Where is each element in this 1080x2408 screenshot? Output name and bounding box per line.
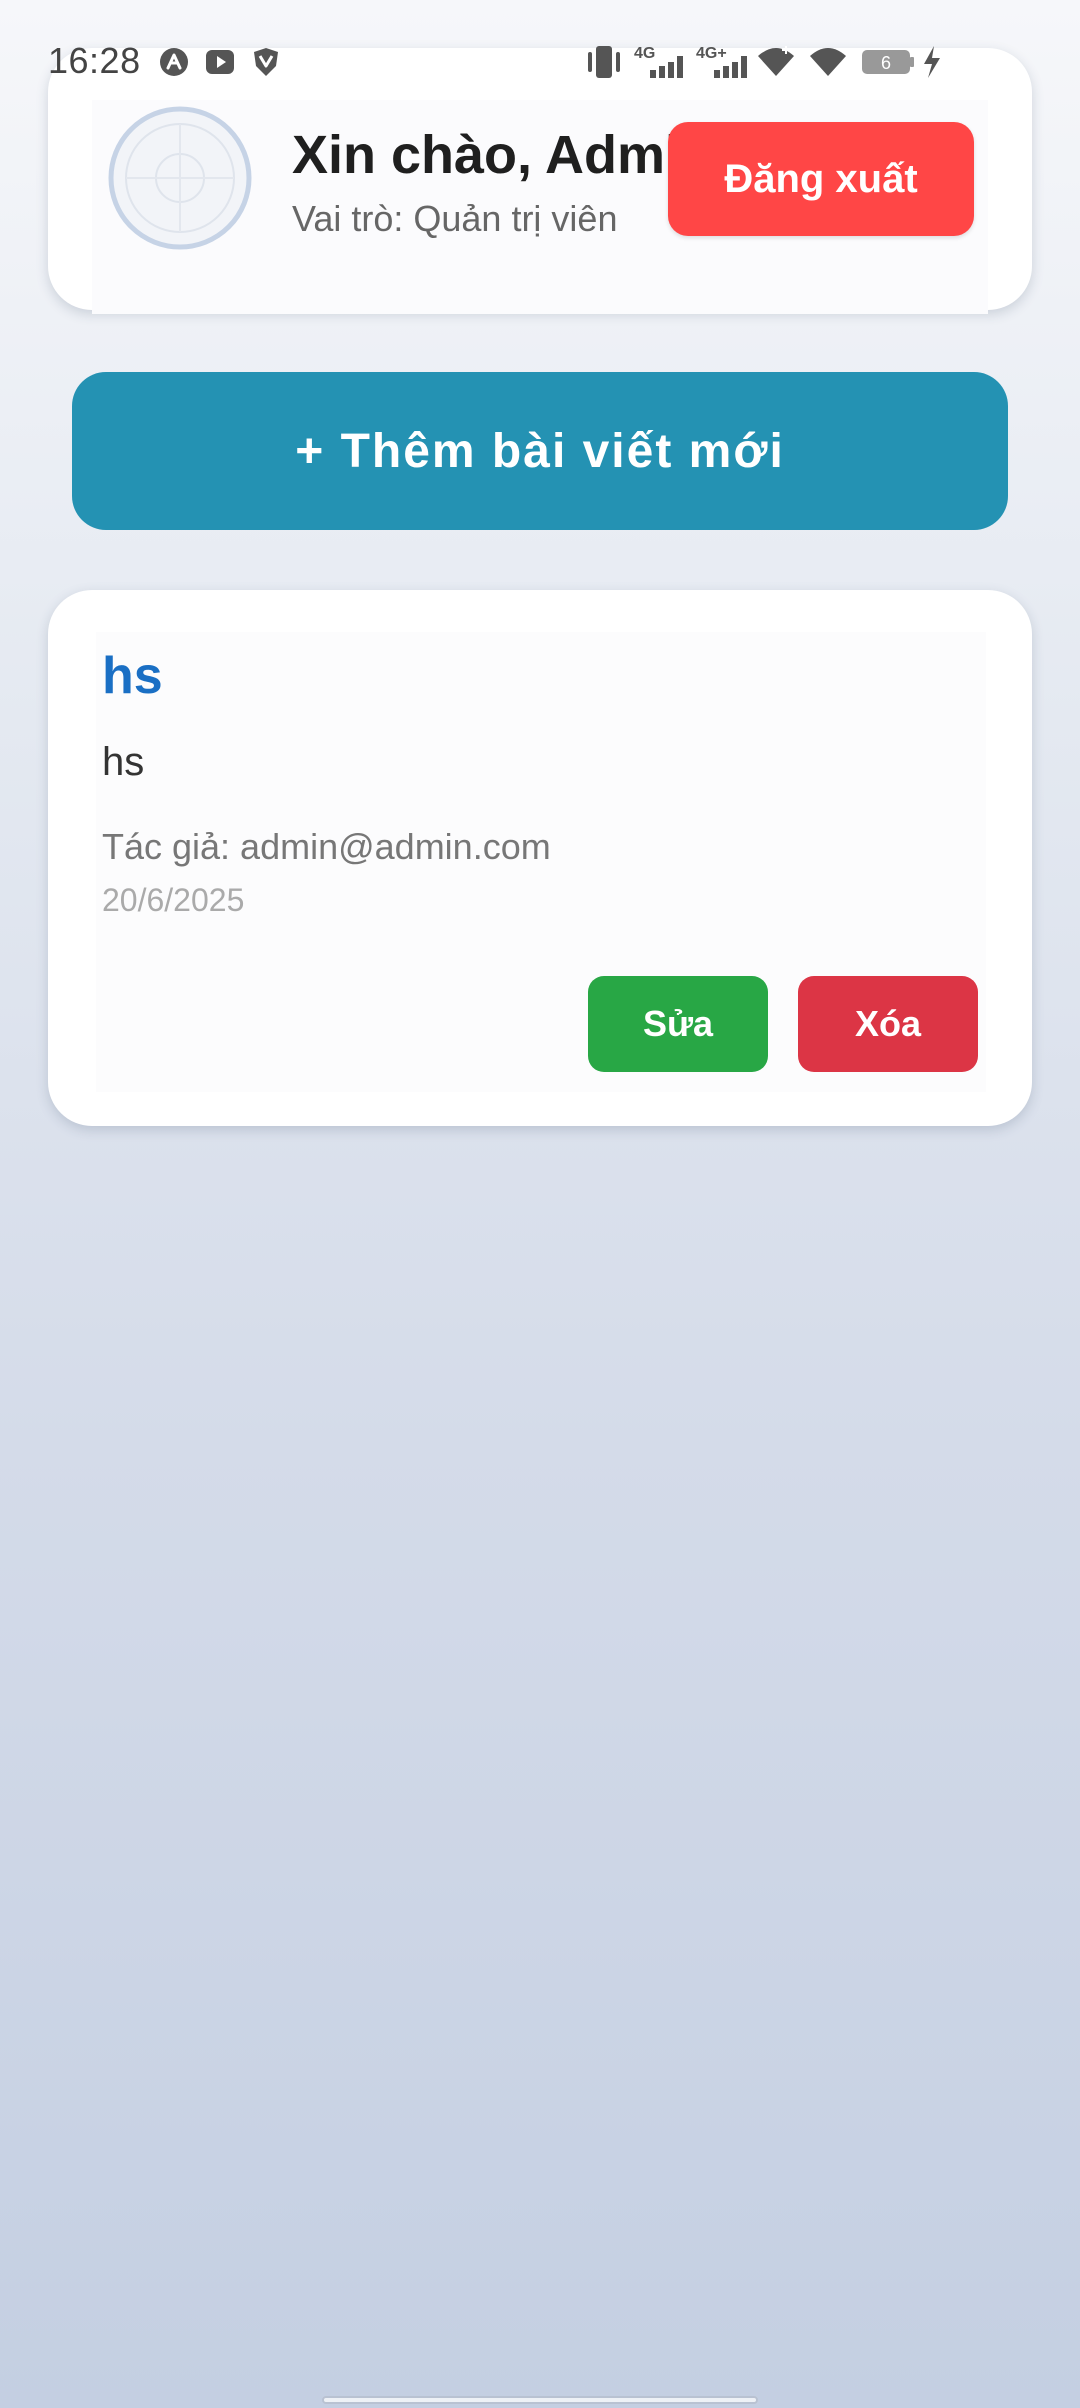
network-label-1: 4G	[634, 45, 655, 62]
avatar	[108, 106, 252, 250]
home-indicator[interactable]	[322, 2396, 758, 2404]
greeting-title: Xin chào, Admin	[292, 125, 714, 185]
signal-4g-icon: 4G	[634, 45, 683, 78]
user-role: Vai trò: Quản trị viên	[292, 198, 618, 239]
app-notification-icon	[160, 48, 188, 76]
post-card: hs hs Tác giả: admin@admin.com 20/6/2025…	[48, 590, 1032, 1126]
add-post-button[interactable]: + Thêm bài viết mới	[72, 372, 1008, 530]
charging-icon	[924, 46, 940, 78]
status-time: 16:28	[48, 40, 141, 81]
signal-4g-plus-icon: 4G+	[696, 45, 747, 78]
battery-level: 6	[881, 53, 891, 73]
wifi-icon	[810, 48, 846, 76]
post-title: hs	[102, 647, 163, 705]
vibrate-icon	[588, 46, 620, 78]
vpn-shield-icon	[254, 48, 278, 76]
youtube-notification-icon	[206, 50, 234, 74]
post-author: Tác giả: admin@admin.com	[102, 826, 551, 867]
logout-button[interactable]: Đăng xuất	[668, 122, 974, 236]
battery-icon: 6	[862, 50, 914, 74]
post-date: 20/6/2025	[102, 882, 245, 918]
status-bar: 16:28 4G 4G+ 6	[0, 0, 1080, 120]
wifi-plus-icon	[758, 46, 794, 76]
delete-post-button[interactable]: Xóa	[798, 976, 978, 1072]
post-content: hs	[102, 740, 145, 784]
network-label-2: 4G+	[696, 45, 727, 62]
edit-post-button[interactable]: Sửa	[588, 976, 768, 1072]
